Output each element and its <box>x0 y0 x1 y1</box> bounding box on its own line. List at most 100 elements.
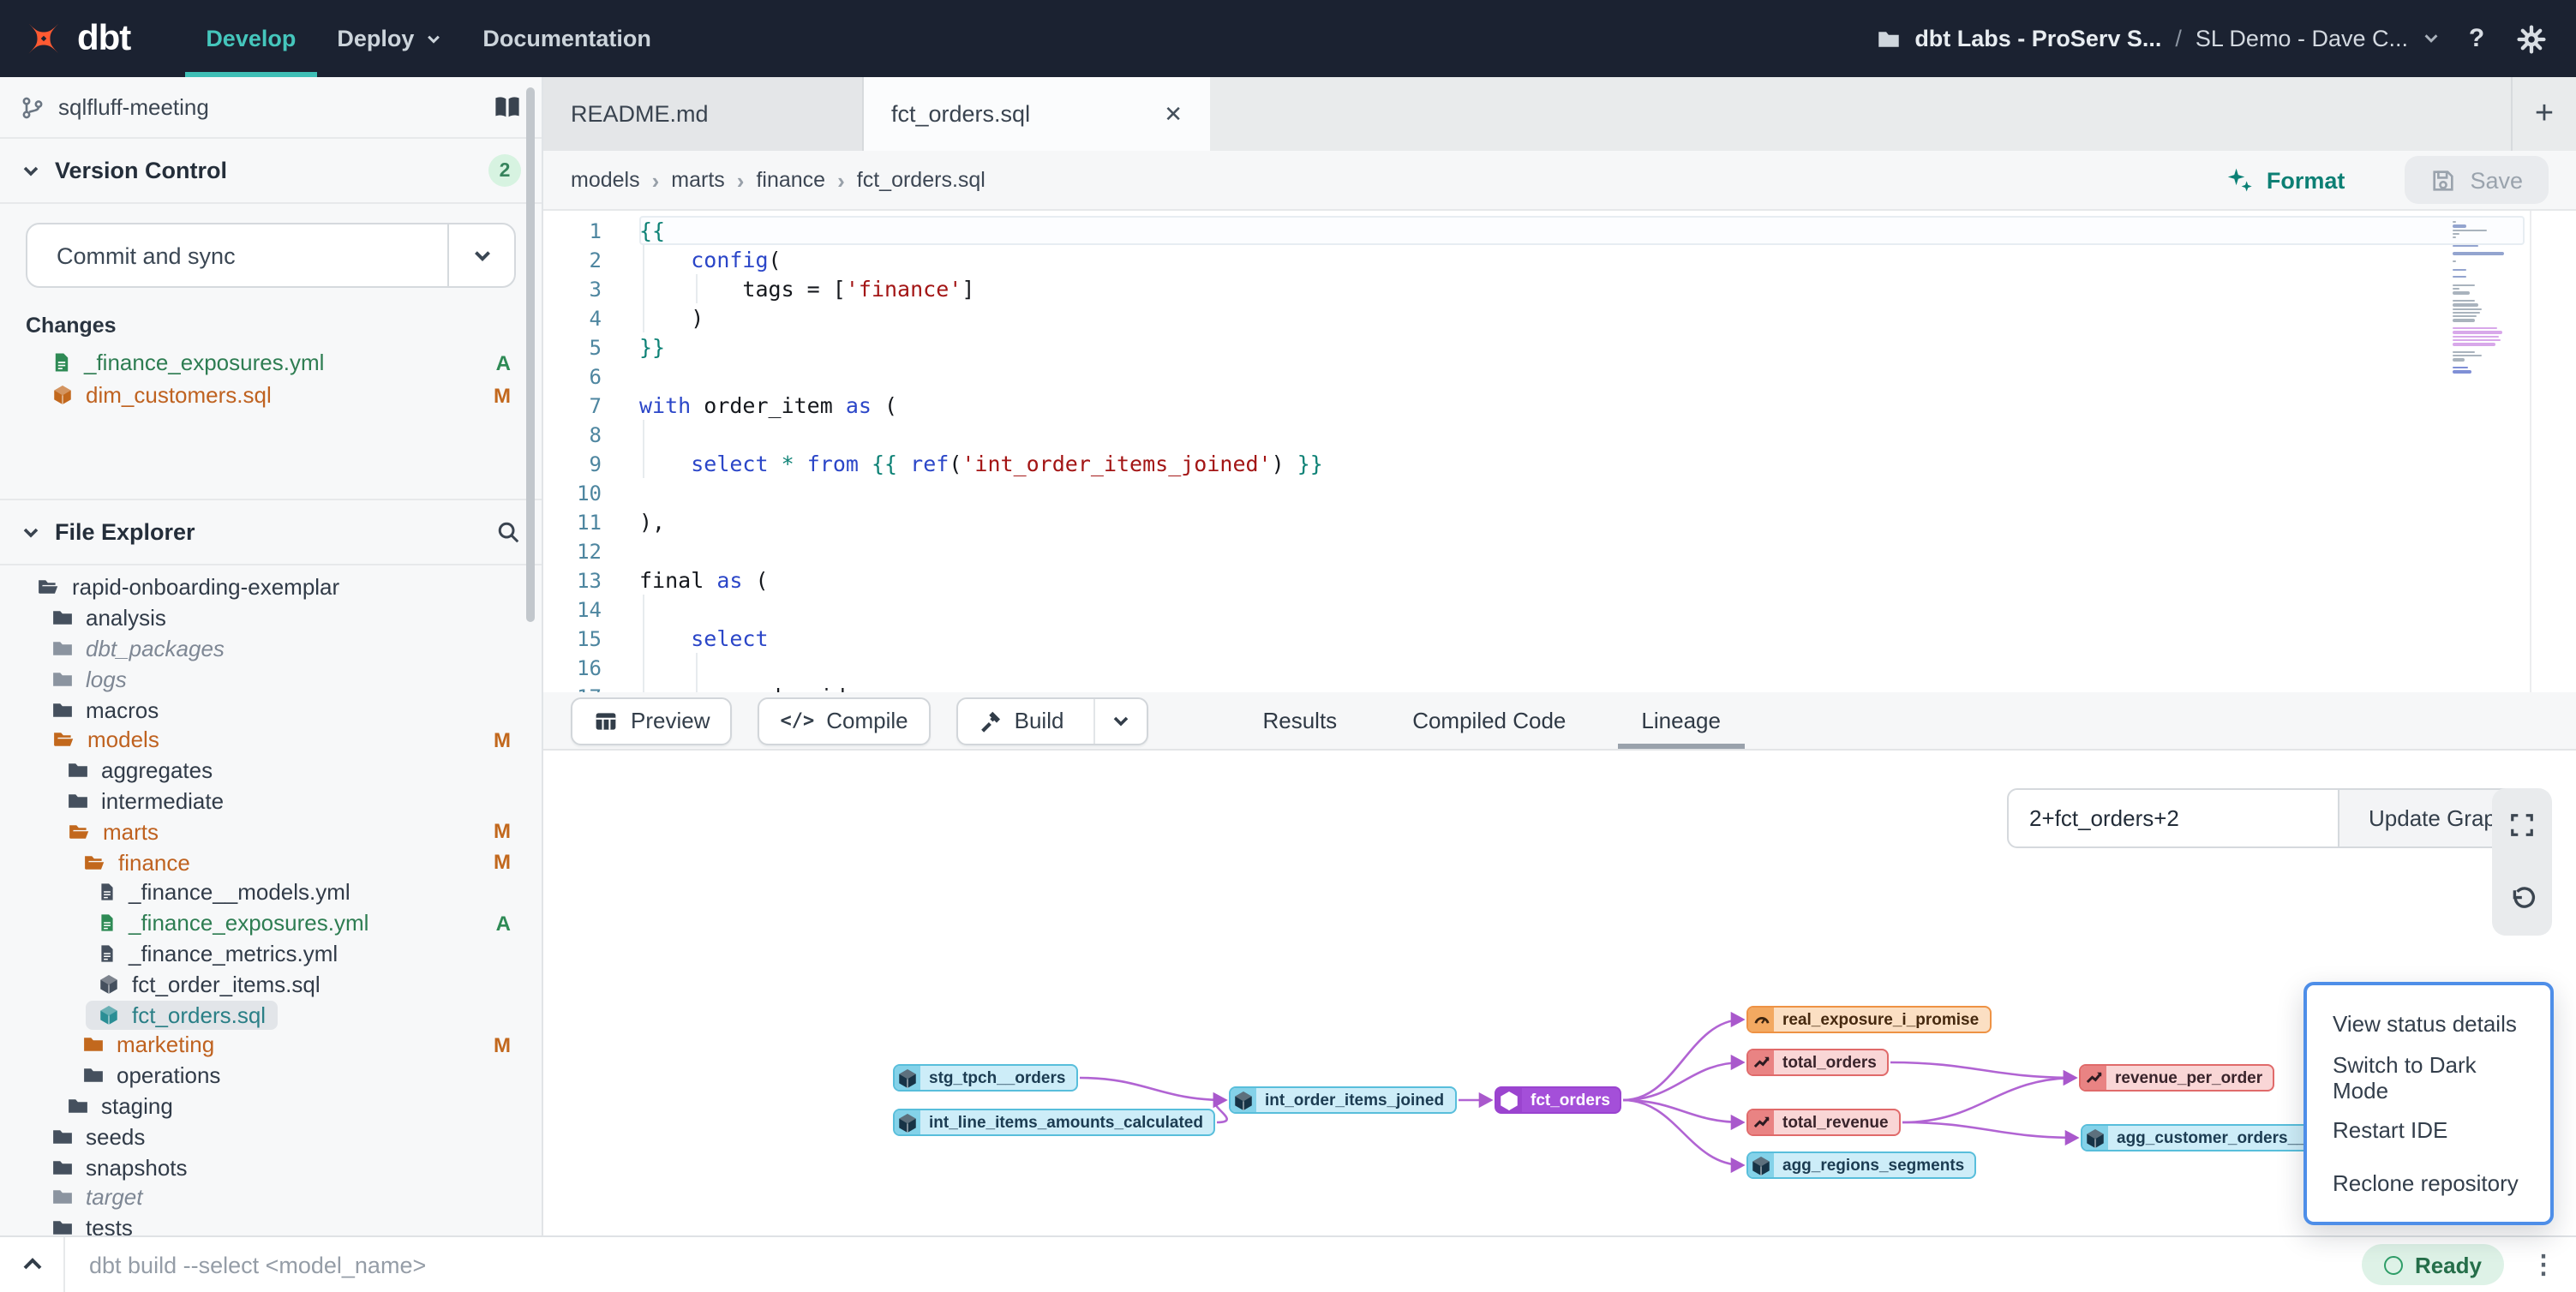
close-tab-icon[interactable]: ✕ <box>1147 100 1183 128</box>
tree-item-tests[interactable]: tests <box>0 1212 542 1235</box>
tab-lineage[interactable]: Lineage <box>1603 692 1758 749</box>
build-dropdown-toggle[interactable] <box>1093 698 1146 743</box>
git-status-badge: A <box>496 350 511 374</box>
line-number: 7 <box>543 393 602 417</box>
cube-icon <box>2082 1126 2108 1150</box>
editor-scrollbar-rail[interactable] <box>2530 211 2531 692</box>
tree-item-fct_order_items.sql[interactable]: fct_order_items.sql <box>0 969 542 1000</box>
tree-item-_finance_metrics.yml[interactable]: _finance_metrics.yml <box>0 938 542 969</box>
lineage-selector-input[interactable] <box>2007 788 2339 848</box>
format-button[interactable]: Format <box>2227 166 2345 194</box>
lineage-node-real_exposure_i_promise[interactable]: real_exposure_i_promise <box>1746 1006 1991 1033</box>
tree-item-staging[interactable]: staging <box>0 1091 542 1122</box>
lineage-node-int_line_items_amounts_calculated[interactable]: int_line_items_amounts_calculated <box>893 1109 1215 1136</box>
trend-icon <box>2081 1066 2106 1090</box>
account-project-selector[interactable]: dbt Labs - ProServ S... / SL Demo - Dave… <box>1877 26 2441 51</box>
tab-readme[interactable]: README.md <box>543 77 864 151</box>
kebab-menu[interactable]: ⋮ <box>2525 1249 2562 1280</box>
tree-item-dbt_packages[interactable]: dbt_packages <box>0 633 542 664</box>
preview-button[interactable]: Preview <box>571 697 733 745</box>
menu-item-restart-ide[interactable]: Restart IDE <box>2307 1110 2550 1151</box>
lineage-node-agg_regions_segments[interactable]: agg_regions_segments <box>1746 1151 1976 1179</box>
build-button[interactable]: Build <box>956 697 1148 745</box>
file-explorer-header[interactable]: File Explorer <box>0 499 542 565</box>
lineage-node-stg_tpch__orders[interactable]: stg_tpch__orders <box>893 1064 1077 1092</box>
tree-item-rapid-onboarding-exemplar[interactable]: rapid-onboarding-exemplar <box>0 572 542 603</box>
menu-item-dark-mode[interactable]: Switch to Dark Mode <box>2307 1056 2550 1098</box>
fullscreen-button[interactable] <box>2501 805 2543 846</box>
tree-item-macros[interactable]: macros <box>0 694 542 725</box>
tree-item-fct_orders.sql[interactable]: fct_orders.sql <box>0 999 542 1030</box>
branch-selector[interactable]: sqlfluff-meeting <box>0 77 542 139</box>
code-editor[interactable]: 1{{2 config(3 tags = ['finance']4 )5}}67… <box>543 211 2576 692</box>
lineage-node-int_order_items_joined[interactable]: int_order_items_joined <box>1229 1086 1456 1114</box>
lineage-node-revenue_per_order[interactable]: revenue_per_order <box>2079 1064 2274 1092</box>
tree-item-finance[interactable]: financeM <box>0 846 542 877</box>
tree-item-aggregates[interactable]: aggregates <box>0 756 542 787</box>
tree-item-marketing[interactable]: marketingM <box>0 1030 542 1061</box>
lineage-node-total_revenue[interactable]: total_revenue <box>1746 1109 1901 1136</box>
code-lines: 1{{2 config(3 tags = ['finance']4 )5}}67… <box>543 216 2576 692</box>
file-search-button[interactable] <box>495 519 521 545</box>
nav-deploy[interactable]: Deploy <box>316 0 462 77</box>
tree-item-models[interactable]: modelsM <box>0 725 542 756</box>
tree-item-_finance__models.yml[interactable]: _finance__models.yml <box>0 877 542 908</box>
commit-dropdown-toggle[interactable] <box>447 224 514 286</box>
status-badge[interactable]: Ready <box>2362 1244 2504 1285</box>
tree-scrollbar[interactable] <box>526 87 535 622</box>
lineage-node-total_orders[interactable]: total_orders <box>1746 1049 1889 1076</box>
tree-item-analysis[interactable]: analysis <box>0 603 542 634</box>
tree-item-label: snapshots <box>86 1154 188 1180</box>
tab-fct-orders[interactable]: fct_orders.sql ✕ <box>864 77 1210 151</box>
code-line: 9 select * from {{ ref('int_order_items_… <box>543 449 2576 478</box>
indent-guide <box>643 595 644 624</box>
nav-develop[interactable]: Develop <box>185 0 316 77</box>
expand-command-panel-button[interactable] <box>0 1237 65 1292</box>
dbt-logo[interactable]: dbt <box>0 0 154 77</box>
docs-book-button[interactable] <box>494 95 521 119</box>
changed-file-row[interactable]: _finance_exposures.yml A <box>0 346 542 379</box>
settings-gear-button[interactable] <box>2513 20 2550 57</box>
code-line: 13final as ( <box>543 565 2576 595</box>
cube-icon <box>98 973 120 996</box>
new-tab-button[interactable]: + <box>2511 77 2576 151</box>
tree-item-seeds[interactable]: seeds <box>0 1122 542 1152</box>
lineage-node-fct_orders[interactable]: fct_orders <box>1495 1086 1622 1114</box>
tree-item-target[interactable]: target <box>0 1182 542 1213</box>
help-button[interactable]: ? <box>2458 20 2495 57</box>
tree-item-_finance_exposures.yml[interactable]: _finance_exposures.ymlA <box>0 908 542 939</box>
reset-graph-button[interactable] <box>2501 878 2543 919</box>
tree-item-snapshots[interactable]: snapshots <box>0 1151 542 1182</box>
tree-item-intermediate[interactable]: intermediate <box>0 786 542 816</box>
save-button[interactable]: Save <box>2405 156 2549 204</box>
tab-compiled-code[interactable]: Compiled Code <box>1375 692 1603 749</box>
node-label: agg_regions_segments <box>1774 1153 1974 1177</box>
tree-item-label: _finance_metrics.yml <box>129 941 338 966</box>
model-cube-icon <box>51 384 74 406</box>
tree-item-operations[interactable]: operations <box>0 1061 542 1092</box>
editor-tab-bar: README.md fct_orders.sql ✕ + <box>543 77 2576 151</box>
command-input[interactable] <box>65 1237 2362 1292</box>
node-label: int_order_items_joined <box>1256 1088 1454 1112</box>
version-control-header[interactable]: Version Control 2 <box>0 139 542 204</box>
commit-and-sync-button[interactable]: Commit and sync <box>26 223 516 288</box>
separator: / <box>2175 26 2182 51</box>
menu-item-reclone-repo[interactable]: Reclone repository <box>2307 1162 2550 1203</box>
trend-icon <box>1748 1110 1774 1134</box>
menu-item-view-status[interactable]: View status details <box>2307 1004 2550 1045</box>
minimap[interactable] <box>2453 221 2511 374</box>
compile-button[interactable]: </> Compile <box>758 697 931 745</box>
git-status-badge: M <box>494 383 511 407</box>
tree-item-logs[interactable]: logs <box>0 664 542 695</box>
tree-item-label: fct_orders.sql <box>132 1002 266 1027</box>
nav-documentation[interactable]: Documentation <box>462 0 672 77</box>
tab-results[interactable]: Results <box>1225 692 1375 749</box>
code-line: 16 <box>543 653 2576 682</box>
ready-label: Ready <box>2415 1252 2482 1277</box>
tree-item-label: marts <box>103 819 159 845</box>
changed-file-row[interactable]: dim_customers.sql M <box>0 379 542 411</box>
git-status-badge: M <box>494 850 511 874</box>
tree-item-marts[interactable]: martsM <box>0 816 542 847</box>
code-line: 3 tags = ['finance'] <box>543 274 2576 303</box>
floppy-save-icon <box>2430 167 2456 193</box>
